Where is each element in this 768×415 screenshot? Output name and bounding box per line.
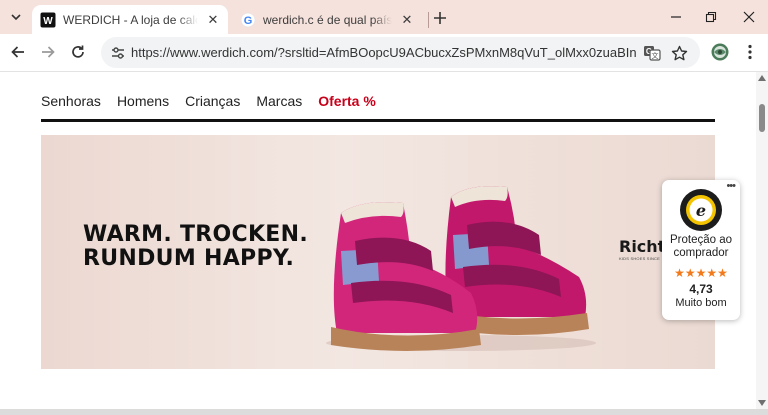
page-scrollbar[interactable] bbox=[756, 72, 768, 410]
trusted-shops-badge[interactable]: ••• e Proteção ao comprador ★★★★★ 4,73 M… bbox=[662, 180, 740, 320]
os-taskbar-edge bbox=[0, 409, 768, 415]
chevron-down-icon bbox=[11, 14, 21, 21]
scrollbar-thumb[interactable] bbox=[759, 104, 765, 132]
tab-title: WERDICH - A loja de calçados online bbox=[63, 12, 198, 27]
svg-text:G: G bbox=[244, 15, 253, 27]
scroll-up-arrow-icon[interactable] bbox=[758, 75, 766, 81]
translate-icon: G文 bbox=[644, 46, 661, 61]
tab-separator bbox=[428, 12, 429, 28]
tab-search-button[interactable] bbox=[5, 6, 27, 28]
rating-score: 4,73 bbox=[689, 282, 713, 296]
close-tab-icon[interactable]: ✕ bbox=[398, 11, 416, 29]
tab-google-search[interactable]: G werdich.c é de qual país - Google Sear… bbox=[232, 5, 422, 34]
close-icon bbox=[743, 11, 755, 23]
translate-button[interactable]: G文 bbox=[642, 43, 662, 63]
reload-button[interactable] bbox=[67, 41, 89, 63]
svg-text:文: 文 bbox=[652, 51, 659, 60]
nav-item-senhoras[interactable]: Senhoras bbox=[41, 93, 101, 109]
banner-headline: WARM. TROCKEN. RUNDUM HAPPY. bbox=[83, 223, 308, 271]
profile-avatar[interactable] bbox=[709, 41, 731, 63]
rating-stars-icon: ★★★★★ bbox=[674, 266, 728, 280]
svg-text:e: e bbox=[696, 201, 706, 220]
arrow-right-icon bbox=[42, 46, 55, 58]
back-button[interactable] bbox=[7, 41, 29, 63]
new-tab-button[interactable] bbox=[430, 8, 450, 28]
werdich-favicon-icon: W bbox=[40, 12, 56, 28]
restore-icon bbox=[705, 11, 717, 23]
rating-verdict: Muito bom bbox=[675, 297, 727, 309]
nav-item-marcas[interactable]: Marcas bbox=[256, 93, 302, 109]
buyer-protection-label: Proteção ao comprador bbox=[669, 234, 732, 259]
browser-menu-button[interactable] bbox=[739, 41, 761, 63]
close-tab-icon[interactable]: ✕ bbox=[204, 11, 222, 29]
more-options-icon[interactable]: ••• bbox=[726, 180, 736, 192]
nav-item-homens[interactable]: Homens bbox=[117, 93, 169, 109]
forward-button[interactable] bbox=[37, 41, 59, 63]
web-page: Senhoras Homens Crianças Marcas Oferta %… bbox=[0, 72, 756, 415]
minimize-button[interactable] bbox=[665, 8, 687, 26]
profile-avatar-icon bbox=[711, 43, 729, 61]
kebab-menu-icon bbox=[748, 44, 752, 60]
arrow-left-icon bbox=[11, 46, 24, 58]
headline-line-1: WARM. TROCKEN. bbox=[83, 222, 308, 247]
site-settings-icon[interactable] bbox=[109, 44, 127, 62]
browser-toolbar: https://www.werdich.com/?srsltid=AfmBOop… bbox=[0, 34, 768, 72]
star-outline-icon bbox=[671, 45, 687, 60]
nav-underline-divider bbox=[41, 119, 715, 122]
address-bar[interactable]: https://www.werdich.com/?srsltid=AfmBOop… bbox=[101, 37, 700, 68]
headline-line-2: RUNDUM HAPPY. bbox=[83, 246, 295, 271]
bookmark-button[interactable] bbox=[669, 43, 689, 63]
restore-button[interactable] bbox=[700, 8, 722, 26]
google-favicon-icon: G bbox=[240, 12, 256, 28]
nav-item-criancas[interactable]: Crianças bbox=[185, 93, 240, 109]
pink-boots-image bbox=[326, 186, 596, 351]
url-text[interactable]: https://www.werdich.com/?srsltid=AfmBOop… bbox=[131, 45, 637, 60]
reload-icon bbox=[72, 45, 84, 58]
tab-strip: W WERDICH - A loja de calçados online ✕ … bbox=[0, 0, 768, 34]
trusted-shops-seal-icon: e bbox=[680, 189, 722, 231]
main-navigation: Senhoras Homens Crianças Marcas Oferta % bbox=[41, 93, 376, 109]
tab-title: werdich.c é de qual país - Google Search bbox=[263, 12, 392, 27]
svg-text:W: W bbox=[43, 16, 53, 27]
close-window-button[interactable] bbox=[738, 8, 760, 26]
brand-tagline: KIDS SHOES SINCE bbox=[619, 256, 660, 261]
nav-item-oferta[interactable]: Oferta % bbox=[318, 93, 376, 109]
tab-werdich[interactable]: W WERDICH - A loja de calçados online ✕ bbox=[32, 5, 228, 34]
browser-window: W WERDICH - A loja de calçados online ✕ … bbox=[0, 0, 768, 415]
minimize-icon bbox=[671, 16, 681, 18]
plus-icon bbox=[434, 12, 446, 24]
scroll-down-arrow-icon[interactable] bbox=[758, 400, 766, 406]
hero-banner[interactable]: WARM. TROCKEN. RUNDUM HAPPY. Richte KIDS… bbox=[41, 135, 715, 369]
